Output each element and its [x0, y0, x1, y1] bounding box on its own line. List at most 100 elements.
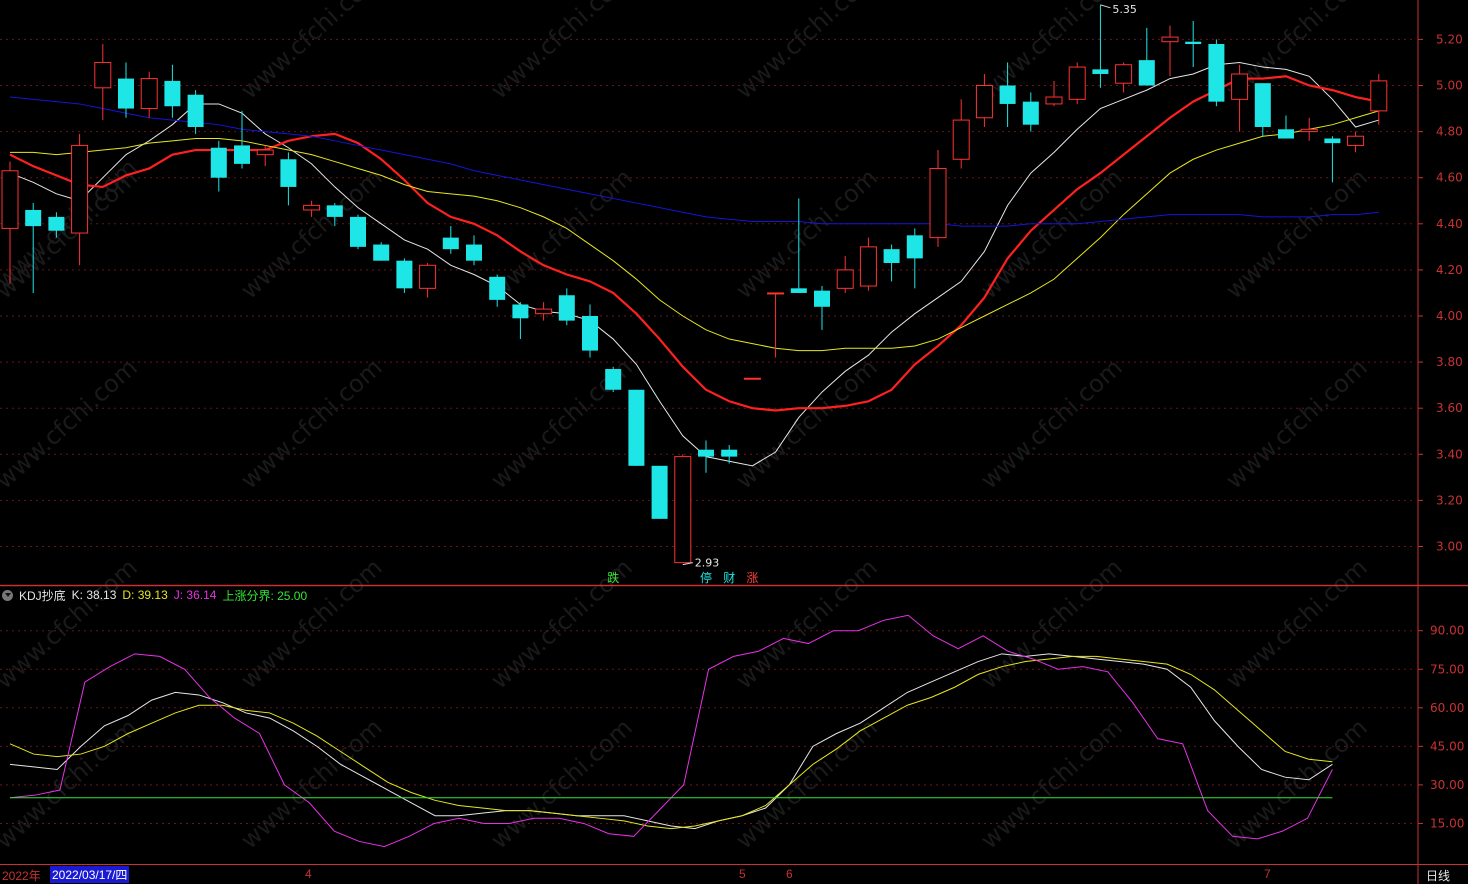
candle-body — [442, 237, 459, 250]
watermark-text: www.cfchi.com — [730, 163, 882, 304]
candle-body — [1231, 73, 1249, 100]
candle — [1138, 27, 1155, 86]
price-tick-label: 4.20 — [1436, 263, 1463, 277]
candle-body — [210, 147, 227, 178]
candle-body — [118, 78, 134, 109]
candle — [94, 44, 112, 121]
panel-frame — [0, 0, 1468, 884]
candle — [558, 288, 575, 326]
candle — [140, 71, 158, 118]
watermark-text: www.cfchi.com — [485, 713, 637, 854]
ma-line — [9, 61, 1379, 467]
price-tick-label: 3.20 — [1436, 493, 1463, 507]
candle-body — [1068, 66, 1086, 100]
candle — [605, 366, 622, 393]
candle — [1022, 92, 1039, 132]
candle-body — [975, 85, 993, 119]
high-label: 5.35 — [1112, 3, 1137, 16]
candle-body — [1278, 129, 1294, 139]
k-value: K: 38.13 — [71, 588, 117, 602]
candle — [1185, 20, 1202, 68]
candle — [651, 465, 668, 519]
price-tick-label: 3.80 — [1436, 355, 1463, 369]
candle-body — [48, 216, 65, 231]
candle-body — [1115, 64, 1133, 84]
watermark-text: www.cfchi.com — [975, 553, 1127, 694]
price-tick-label: 3.60 — [1436, 401, 1463, 415]
candle — [442, 226, 459, 254]
candle-body — [674, 456, 692, 564]
candle — [721, 445, 738, 464]
candle-body — [651, 465, 668, 519]
watermark-text: www.cfchi.com — [730, 713, 882, 854]
month-label-apr: 4 — [305, 867, 312, 881]
candle — [743, 377, 761, 380]
collapse-arrow-icon[interactable] — [2, 589, 13, 601]
candle-body — [303, 204, 321, 211]
candle-body — [1208, 44, 1225, 102]
month-label-may: 5 — [739, 867, 746, 881]
candle-body — [558, 295, 575, 321]
candle-body — [1022, 101, 1039, 125]
watermark-text: www.cfchi.com — [730, 353, 882, 494]
price-tick-label: 4.60 — [1436, 171, 1463, 185]
candle — [512, 302, 529, 340]
candle — [1045, 80, 1063, 107]
candle — [1254, 83, 1271, 137]
candle — [535, 302, 553, 321]
period-label[interactable]: 日线 — [1426, 867, 1450, 884]
watermark-text: www.cfchi.com — [0, 713, 143, 854]
candle-body — [952, 119, 970, 160]
candle-body — [164, 80, 181, 107]
candle-body — [1300, 128, 1318, 133]
signal-label: 财 — [723, 571, 735, 585]
candle — [859, 237, 877, 291]
price-axis: 5.20 5.00 4.80 4.60 4.40 4.20 4.00 3.80 3.60 3.40… — [1418, 32, 1463, 554]
watermark-text: www.cfchi.com — [1220, 713, 1372, 854]
indicator-name[interactable]: KDJ抄底 — [19, 587, 66, 604]
signal-label: 跌 — [607, 570, 619, 585]
candle — [1324, 136, 1341, 183]
candle — [582, 304, 598, 358]
candle-body — [1324, 138, 1341, 144]
kdj-tick-label: 45.00 — [1430, 739, 1464, 753]
candle — [164, 64, 181, 118]
candle-body — [836, 269, 854, 289]
candle — [210, 140, 227, 192]
chart-canvas[interactable]: www.cfchi.com www.cfchi.com www.cfchi.com w… — [0, 0, 1468, 884]
candlestick-series[interactable] — [1, 4, 1388, 564]
kdj-line-D — [9, 655, 1333, 830]
d-value: D: 39.13 — [122, 588, 168, 602]
candle-body — [373, 244, 390, 261]
candle-body — [721, 449, 738, 457]
candle — [1208, 39, 1225, 107]
ma-line — [9, 75, 1380, 412]
price-tick-label: 5.00 — [1436, 79, 1463, 93]
boundary-value: 上涨分界: 25.00 — [222, 588, 308, 603]
candle — [419, 262, 437, 298]
candle — [187, 90, 204, 134]
candle-body — [71, 144, 89, 234]
candle-body — [814, 290, 830, 307]
price-tick-label: 4.00 — [1436, 309, 1463, 323]
watermark-text: www.cfchi.com — [0, 353, 143, 494]
candle-body — [350, 216, 366, 247]
candle-body — [767, 292, 785, 295]
candle-body — [906, 235, 923, 259]
candle — [906, 228, 923, 289]
candle — [373, 242, 390, 261]
watermark-text: www.cfchi.com — [730, 0, 882, 104]
candle — [234, 110, 250, 169]
candle-body — [94, 61, 112, 89]
candle-body — [628, 389, 645, 466]
watermark-text: www.cfchi.com — [485, 163, 637, 304]
watermark-text: www.cfchi.com — [975, 353, 1127, 494]
candle-body — [512, 304, 529, 319]
candle — [1300, 117, 1318, 141]
candle-body — [929, 167, 947, 239]
kdj-tick-label: 30.00 — [1430, 778, 1464, 792]
candle-body — [535, 308, 553, 315]
watermark-text: www.cfchi.com — [975, 713, 1127, 854]
kdj-tick-label: 60.00 — [1430, 701, 1464, 715]
candle — [628, 389, 645, 466]
